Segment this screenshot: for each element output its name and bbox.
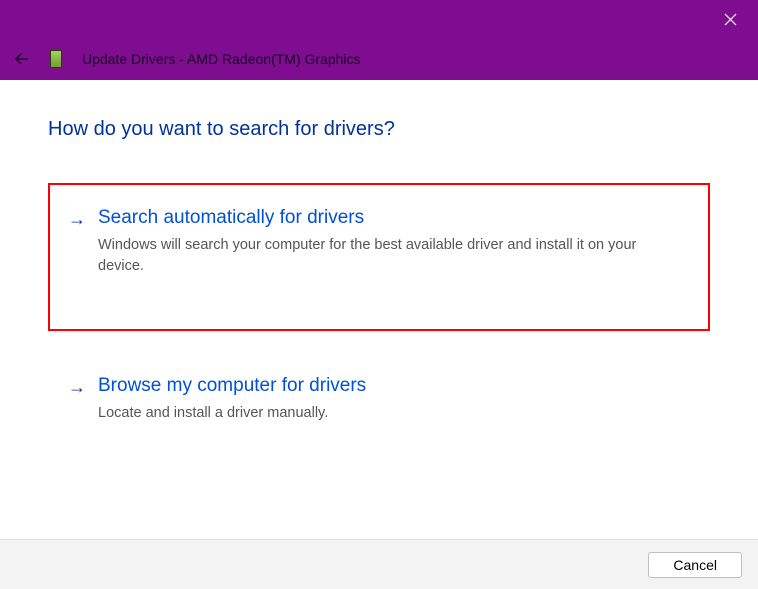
- titlebar: [0, 0, 758, 38]
- arrow-right-icon: →: [68, 207, 86, 277]
- option-title: Search automatically for drivers: [98, 207, 696, 229]
- footer-bar: Cancel: [0, 539, 758, 589]
- option-description: Windows will search your computer for th…: [98, 235, 658, 277]
- header-bar: Update Drivers - AMD Radeon(TM) Graphics: [0, 38, 758, 80]
- window-title: Update Drivers - AMD Radeon(TM) Graphics: [82, 51, 361, 67]
- option-browse-computer[interactable]: → Browse my computer for drivers Locate …: [48, 351, 710, 456]
- back-button[interactable]: [14, 51, 30, 67]
- option-description: Locate and install a driver manually.: [98, 403, 658, 424]
- arrow-right-icon: →: [68, 375, 86, 424]
- option-body: Search automatically for drivers Windows…: [98, 207, 696, 277]
- content-area: How do you want to search for drivers? →…: [0, 80, 758, 539]
- close-icon: [724, 13, 737, 26]
- option-title: Browse my computer for drivers: [98, 375, 696, 397]
- back-arrow-icon: [14, 51, 30, 67]
- close-button[interactable]: [714, 3, 746, 35]
- device-icon: [50, 50, 62, 68]
- option-body: Browse my computer for drivers Locate an…: [98, 375, 696, 424]
- cancel-button[interactable]: Cancel: [648, 552, 742, 578]
- option-search-automatically[interactable]: → Search automatically for drivers Windo…: [48, 183, 710, 331]
- page-heading: How do you want to search for drivers?: [48, 118, 710, 141]
